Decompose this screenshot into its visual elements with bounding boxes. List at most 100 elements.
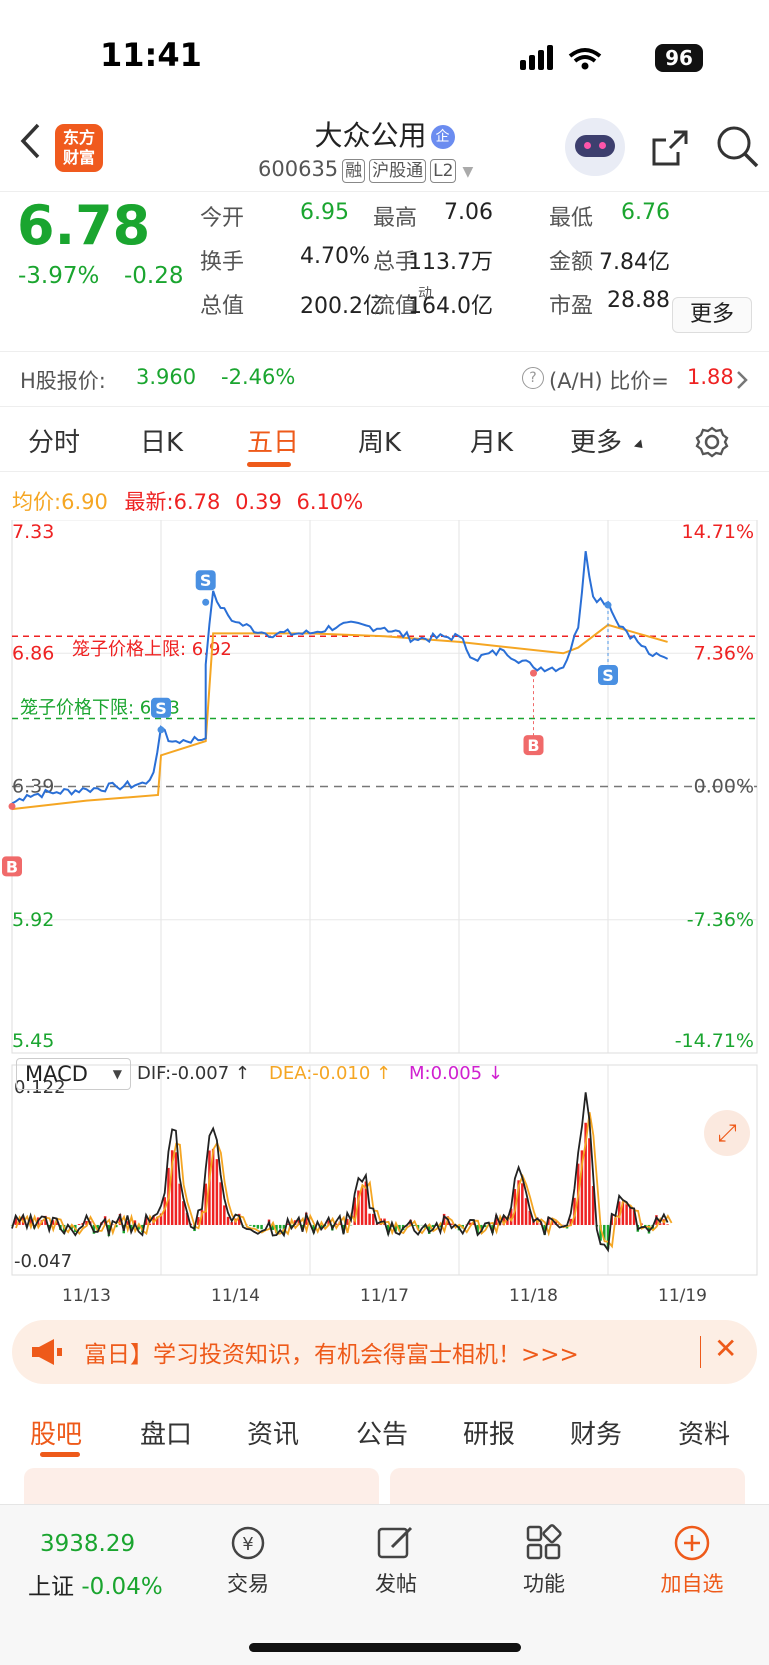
chart-tabs: 分时 日K 五日 周K 月K 更多 <box>0 410 769 472</box>
indicator-selector[interactable]: MACD ▼ <box>16 1058 131 1090</box>
bottom-bar: 3938.29 上证 -0.04% ¥ 交易 发帖 功能 加自选 <box>0 1504 769 1665</box>
signal-wifi-icons <box>520 45 602 70</box>
home-indicator <box>249 1643 521 1652</box>
tab-2[interactable]: 五日 <box>247 422 299 459</box>
quote-value: 6.76 <box>621 200 670 225</box>
content-tab-2[interactable]: 资讯 <box>247 1414 299 1451</box>
share-icon[interactable] <box>648 126 692 170</box>
m-value: M:0.005 ↓ <box>409 1063 503 1084</box>
tab-4[interactable]: 月K <box>470 422 513 459</box>
post-button[interactable]: 发帖 <box>346 1523 446 1598</box>
trade-button[interactable]: ¥ 交易 <box>198 1523 298 1598</box>
more-quote-button[interactable]: 更多 <box>672 297 752 333</box>
h-share-row[interactable]: H股报价: 3.960 -2.46% ? (A/H) 比价= 1.88 <box>0 351 769 407</box>
assistant-avatar-icon[interactable] <box>565 118 625 176</box>
feature-card-right[interactable] <box>390 1468 745 1508</box>
feature-card-left[interactable] <box>24 1468 379 1508</box>
tab-5[interactable]: 更多 <box>570 422 622 459</box>
y-tick-label: 6.86 <box>12 642 54 664</box>
clock: 11:41 <box>100 36 202 74</box>
tab-1[interactable]: 日K <box>140 422 183 459</box>
pct-tick-label: 0.00% <box>694 776 754 798</box>
tab-3[interactable]: 周K <box>358 422 401 459</box>
h-share-pct: -2.46% <box>221 365 296 389</box>
help-icon[interactable]: ? <box>522 367 544 389</box>
quote-value: 7.06 <box>444 200 493 225</box>
y-tick-label: 7.33 <box>12 521 54 543</box>
trade-point <box>530 669 537 677</box>
chart-legend: 均价:6.90 最新:6.78 0.39 6.10% <box>12 490 364 514</box>
quote-value: 7.84亿 <box>599 250 670 275</box>
quote-value: 28.88 <box>607 288 670 313</box>
index-row[interactable]: 上证 -0.04% <box>28 1567 163 1601</box>
quote-value: 113.7万 <box>408 250 493 275</box>
date-tick-label: 11/18 <box>509 1286 558 1306</box>
h-share-label: H股报价: <box>20 369 106 393</box>
pct-tick-label: -7.36% <box>687 909 754 931</box>
date-tick-label: 11/14 <box>211 1286 260 1306</box>
screen: 11:41 96 东方 财富 大众公用企 600635 融沪股通 L2 ▼ 6.78 … <box>0 0 769 1665</box>
macd-min-label: -0.047 <box>14 1251 72 1272</box>
status-bar: 11:41 96 <box>0 0 769 110</box>
quote-label: 总值 <box>200 294 245 319</box>
function-button[interactable]: 功能 <box>494 1523 594 1598</box>
content-tab-5[interactable]: 财务 <box>570 1414 622 1451</box>
tag-connect: 沪股通 <box>369 159 427 183</box>
content-tab-underline <box>40 1452 80 1457</box>
active-tab-underline <box>247 462 291 467</box>
enterprise-badge: 企 <box>430 125 455 149</box>
pe-superscript: 动 <box>418 286 432 302</box>
svg-text:¥: ¥ <box>242 1534 253 1555</box>
content-tab-4[interactable]: 研报 <box>463 1414 515 1451</box>
stock-code-row: 600635 融沪股通 L2 ▼ <box>258 157 474 183</box>
add-circle-icon <box>674 1525 710 1561</box>
tag-l2: L2 <box>430 159 457 183</box>
content-tab-0[interactable]: 股吧 <box>30 1414 82 1451</box>
trade-point <box>202 598 210 606</box>
tag-margin: 融 <box>342 159 366 183</box>
content-tab-6[interactable]: 资料 <box>678 1414 730 1451</box>
dropdown-arrow-icon: ▼ <box>112 1067 122 1081</box>
ah-ratio-label: (A/H) 比价= <box>549 369 669 393</box>
pct-tick-label: -14.71% <box>675 1030 754 1052</box>
marker-label: S <box>200 571 212 590</box>
marker-label: S <box>155 699 167 718</box>
quote-label: 今开 <box>200 206 245 231</box>
search-icon[interactable] <box>715 124 761 170</box>
quote-value: 164.0亿 <box>408 294 493 319</box>
settings-gear-icon[interactable] <box>695 425 729 459</box>
ah-ratio-value: 1.88 <box>687 365 734 389</box>
marker-label: B <box>527 736 539 755</box>
marker-label: B <box>6 857 18 876</box>
expand-icon[interactable]: ⤢ <box>704 1110 750 1156</box>
megaphone-icon <box>32 1339 62 1365</box>
date-tick-label: 11/17 <box>360 1286 409 1306</box>
chevron-right-icon <box>737 371 748 389</box>
trade-point <box>8 802 16 810</box>
dea-value: DEA:-0.010 ↑ <box>269 1063 392 1084</box>
banner-text: 富日】学习投资知识，有机会得富士相机！>>> <box>84 1342 579 1368</box>
content-tabs: 股吧 盘口 资讯 公告 研报 财务 资料 <box>0 1398 769 1460</box>
trade-icon: ¥ <box>231 1526 265 1560</box>
y-tick-label: 5.45 <box>12 1030 54 1052</box>
chevron-down-icon[interactable]: ▼ <box>462 164 473 180</box>
content-tab-1[interactable]: 盘口 <box>140 1414 192 1451</box>
trade-point <box>604 601 612 609</box>
y-tick-label: 5.92 <box>12 909 54 931</box>
promo-banner[interactable]: 富日】学习投资知识，有机会得富士相机！>>> ✕ <box>12 1320 757 1384</box>
index-value[interactable]: 3938.29 <box>40 1531 135 1557</box>
grid-icon <box>526 1524 562 1560</box>
add-watchlist-button[interactable]: 加自选 <box>642 1523 742 1598</box>
marker-label: S <box>602 666 614 685</box>
banner-divider <box>700 1336 701 1368</box>
date-tick-label: 11/19 <box>658 1286 707 1306</box>
tab-0[interactable]: 分时 <box>28 422 80 459</box>
content-tab-3[interactable]: 公告 <box>356 1414 408 1451</box>
more-caret-icon <box>633 439 647 452</box>
y-tick-label: 6.39 <box>12 776 54 798</box>
quote-label: 换手 <box>200 250 245 275</box>
pct-tick-label: 7.36% <box>694 642 754 664</box>
macd-frame <box>11 1064 758 1276</box>
last-price: 6.78 <box>17 194 151 257</box>
close-icon[interactable]: ✕ <box>714 1332 737 1365</box>
